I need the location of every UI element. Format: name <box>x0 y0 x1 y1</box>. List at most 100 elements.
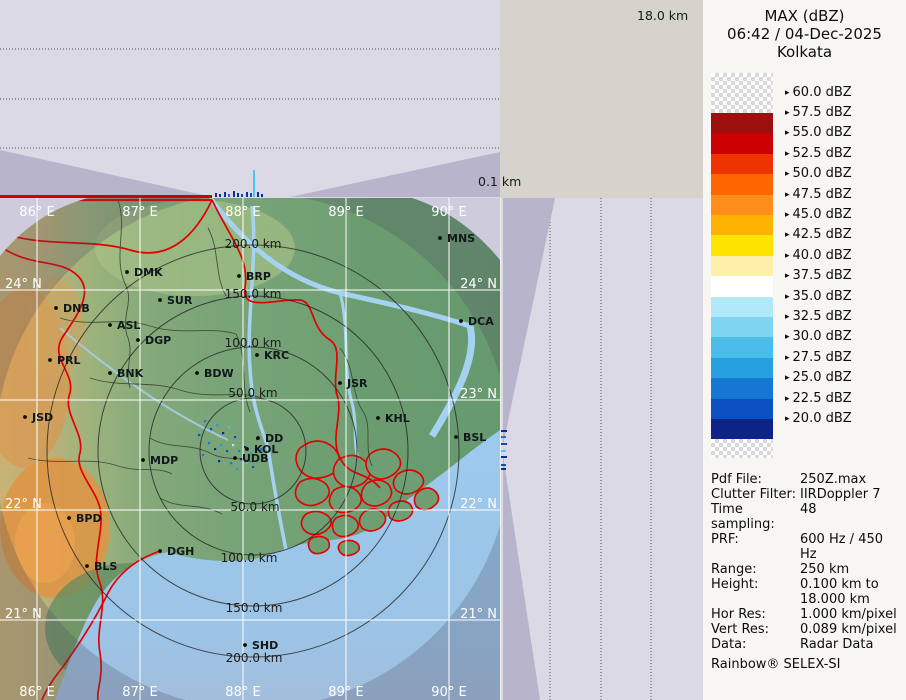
legend-tick-label: 25.0 dBZ <box>793 370 852 385</box>
legend-tick-arrow-icon: ▸ <box>785 353 790 363</box>
echo-spike <box>257 192 259 197</box>
legend-band <box>711 337 773 357</box>
metadata-row: Time sampling:48 <box>711 502 903 532</box>
legend-tick-arrow-icon: ▸ <box>785 292 790 302</box>
legend-overflow-bottom <box>711 439 773 458</box>
city-dot <box>454 435 458 439</box>
echo-spike <box>246 192 248 197</box>
legend-band <box>711 174 773 194</box>
map-container: 86° E86° E87° E87° E88° E88° E89° E89° E… <box>0 198 500 700</box>
info-panel: MAX (dBZ) 06:42 / 04-Dec-2025 Kolkata ▸6… <box>703 0 906 700</box>
metadata-value: 0.089 km/pixel <box>800 622 897 637</box>
metadata-value: 250 km <box>800 562 849 577</box>
legend-tick: ▸60.0 dBZ <box>785 86 852 100</box>
legend-tick-arrow-icon: ▸ <box>785 88 790 98</box>
legend-tick-arrow-icon: ▸ <box>785 108 790 118</box>
echo-spike <box>233 191 235 197</box>
legend-tick: ▸37.5 dBZ <box>785 269 852 283</box>
radar-map-viewport[interactable]: 86° E86° E87° E87° E88° E88° E89° E89° E… <box>0 198 500 700</box>
metadata-label: Clutter Filter: <box>711 487 800 502</box>
metadata-label: Range: <box>711 562 800 577</box>
range-ring-label: 50.0 km <box>228 386 277 400</box>
legend-tick-label: 57.5 dBZ <box>793 105 852 120</box>
legend-tick-arrow-icon: ▸ <box>785 271 790 281</box>
metadata-label: Time sampling: <box>711 502 800 532</box>
legend-tick-label: 40.0 dBZ <box>793 248 852 263</box>
echo-spike <box>219 194 221 197</box>
lat-label-left: 24° N <box>5 277 42 292</box>
city-dot <box>54 306 58 310</box>
legend-tick-arrow-icon: ▸ <box>785 251 790 261</box>
legend-tick: ▸50.0 dBZ <box>785 167 852 181</box>
legend-tick-arrow-icon: ▸ <box>785 169 790 179</box>
legend-tick-arrow-icon: ▸ <box>785 312 790 322</box>
legend-tick-arrow-icon: ▸ <box>785 332 790 342</box>
legend-tick: ▸32.5 dBZ <box>785 310 852 324</box>
legend-tick-arrow-icon: ▸ <box>785 190 790 200</box>
echo-pixel <box>220 444 222 446</box>
metadata-row: Hor Res:1.000 km/pixel <box>711 607 903 622</box>
product-title: MAX (dBZ) <box>703 7 906 25</box>
city-label: BNK <box>117 367 144 380</box>
city-dot <box>237 274 241 278</box>
echo-spike <box>215 193 217 197</box>
range-ring-label: 100.0 km <box>221 551 278 565</box>
echo-dash <box>501 456 507 458</box>
lat-label-right: 24° N <box>460 277 497 292</box>
metadata-label: Vert Res: <box>711 622 800 637</box>
echo-pixel <box>236 468 238 470</box>
metadata-row: Data:Radar Data <box>711 637 903 652</box>
echo-pixel <box>198 434 200 436</box>
lon-label-bottom: 87° E <box>122 685 157 700</box>
lat-label-right: 21° N <box>460 607 497 622</box>
legend-band <box>711 133 773 153</box>
city-label: UDB <box>242 452 268 465</box>
timestamp: 06:42 / 04-Dec-2025 <box>703 25 906 43</box>
metadata-label: Hor Res: <box>711 607 800 622</box>
legend-tick-arrow-icon: ▸ <box>785 394 790 404</box>
city-label: BRP <box>246 270 271 283</box>
legend-tick-label: 30.0 dBZ <box>793 329 852 344</box>
range-ring-label: 200.0 km <box>226 651 283 665</box>
city-dot <box>141 458 145 462</box>
echo-dash <box>501 430 507 432</box>
city-dot <box>233 456 237 460</box>
legend-tick: ▸27.5 dBZ <box>785 351 852 365</box>
city-label: BPD <box>76 512 102 525</box>
legend-tick: ▸40.0 dBZ <box>785 249 852 263</box>
legend-tick: ▸25.0 dBZ <box>785 371 852 385</box>
city-dot <box>85 564 89 568</box>
metadata-value: 0.100 km to 18.000 km <box>800 577 879 607</box>
city-label: KRC <box>264 349 289 362</box>
city-label: DCA <box>468 315 494 328</box>
legend-tick-label: 27.5 dBZ <box>793 350 852 365</box>
echo-pixel <box>216 424 218 426</box>
metadata-row: Clutter Filter:IIRDoppler 7 <box>711 487 903 502</box>
legend-tick: ▸42.5 dBZ <box>785 228 852 242</box>
legend-tick: ▸35.0 dBZ <box>785 290 852 304</box>
legend-tick: ▸45.0 dBZ <box>785 208 852 222</box>
legend-band <box>711 378 773 398</box>
legend-tick: ▸55.0 dBZ <box>785 126 852 140</box>
metadata-value: 48 <box>800 502 817 532</box>
legend-band <box>711 113 773 133</box>
metadata-label: PRF: <box>711 532 800 562</box>
city-label: BSL <box>463 431 486 444</box>
legend-tick: ▸22.5 dBZ <box>785 392 852 406</box>
metadata-label: Data: <box>711 637 800 652</box>
legend-band <box>711 419 773 439</box>
echo-pixel <box>226 450 228 452</box>
metadata-row: Height:0.100 km to 18.000 km <box>711 577 903 607</box>
lon-label-bottom: 86° E <box>19 685 54 700</box>
legend-tick: ▸30.0 dBZ <box>785 330 852 344</box>
city-label: DGH <box>167 545 194 558</box>
legend-band <box>711 317 773 337</box>
lon-label-top: 87° E <box>122 205 157 220</box>
metadata-value: 250Z.max <box>800 472 866 487</box>
metadata-row: Vert Res:0.089 km/pixel <box>711 622 903 637</box>
range-ring-label: 50.0 km <box>230 500 279 514</box>
city-label: SUR <box>167 294 193 307</box>
legend-tick-arrow-icon: ▸ <box>785 414 790 424</box>
city-label: BDW <box>204 367 234 380</box>
legend-band <box>711 276 773 296</box>
